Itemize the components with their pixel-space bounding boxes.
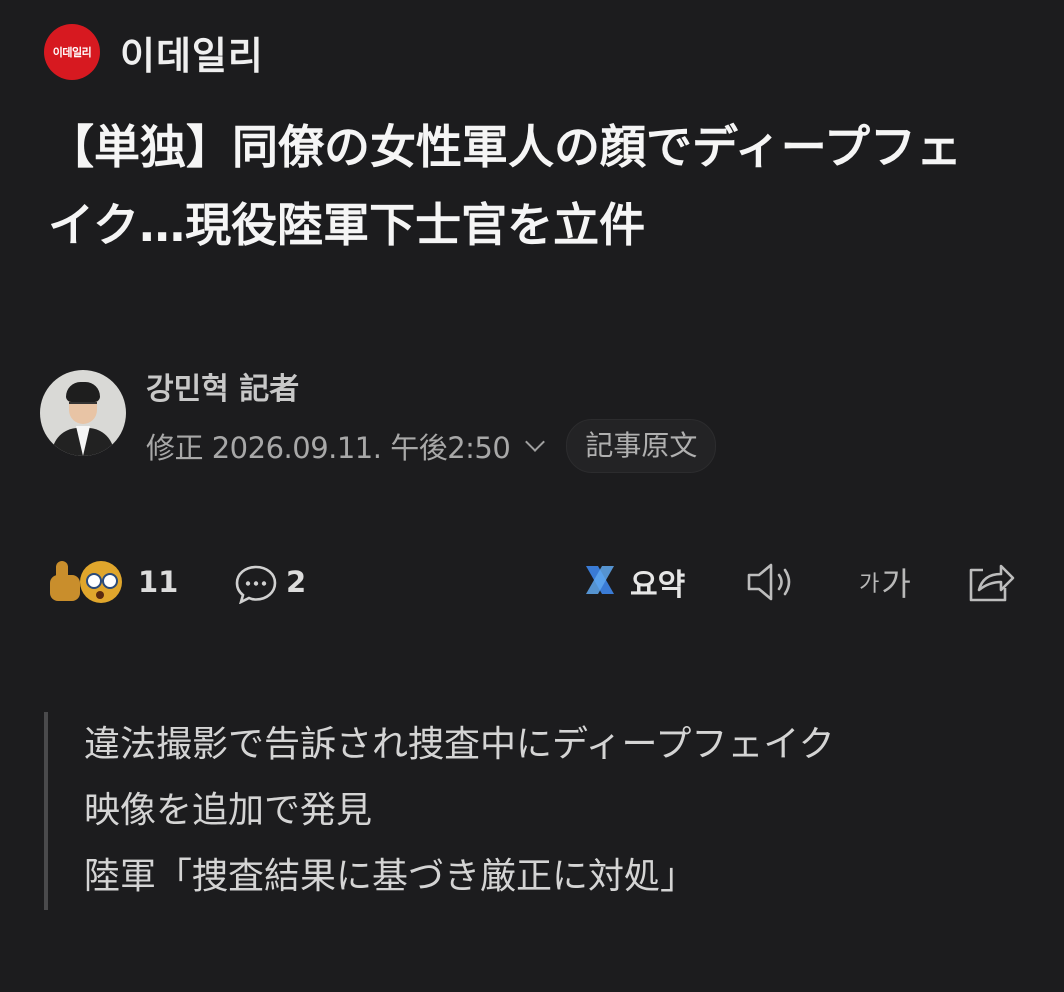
reaction-count: 11: [138, 565, 179, 599]
font-size-icon[interactable]: 가 가: [852, 560, 918, 604]
font-size-big-label: 가: [881, 565, 911, 603]
meta-row: 修正 2026.09.11. 午後2:50 記事原文: [146, 419, 717, 473]
publisher-logo-text: 이데일리: [52, 46, 92, 59]
surprised-emoji-icon: [80, 561, 122, 603]
summary-line: 違法撮影で告訴され捜査中にディープフェイク: [84, 724, 835, 765]
author-block: 강민혁 記者 修正 2026.09.11. 午後2:50 記事原文: [40, 370, 717, 473]
article-timestamp[interactable]: 修正 2026.09.11. 午後2:50: [146, 425, 511, 467]
summary-line: 映像を追加で発見: [84, 790, 373, 831]
summary-line: 陸軍「捜査結果に基づき厳正に対処」: [84, 856, 697, 897]
article-headline: 【単独】同僚の女性軍人の顔でディープフェイク…現役陸軍下士官を立件: [48, 120, 963, 252]
comment-count: 2: [286, 565, 307, 599]
publisher-name[interactable]: 이데일리: [120, 25, 264, 80]
share-icon[interactable]: [964, 560, 1016, 604]
action-bar: 11 2 요약 가 가: [46, 552, 1026, 612]
publisher-logo[interactable]: 이데일리: [44, 24, 100, 80]
font-size-small-label: 가: [859, 572, 880, 597]
speaker-icon[interactable]: [744, 560, 800, 604]
summary-label: 요약: [630, 568, 686, 603]
summary-icon: [580, 560, 620, 604]
author-avatar[interactable]: [40, 370, 126, 456]
author-name[interactable]: 강민혁 記者: [146, 370, 716, 410]
author-info: 강민혁 記者 修正 2026.09.11. 午後2:50 記事原文: [146, 370, 717, 473]
comment-button[interactable]: 2: [234, 552, 306, 612]
publisher-header[interactable]: 이데일리 이데일리: [44, 24, 264, 80]
comment-icon: [234, 564, 277, 604]
summary-quote: 違法撮影で告訴され捜査中にディープフェイク 映像を追加で発見 陸軍「捜査結果に基…: [44, 712, 1044, 910]
chevron-down-icon[interactable]: [525, 432, 546, 452]
reaction-button[interactable]: 11: [46, 552, 178, 612]
original-article-button[interactable]: 記事原文: [566, 419, 717, 473]
summary-button[interactable]: 요약: [580, 552, 685, 612]
